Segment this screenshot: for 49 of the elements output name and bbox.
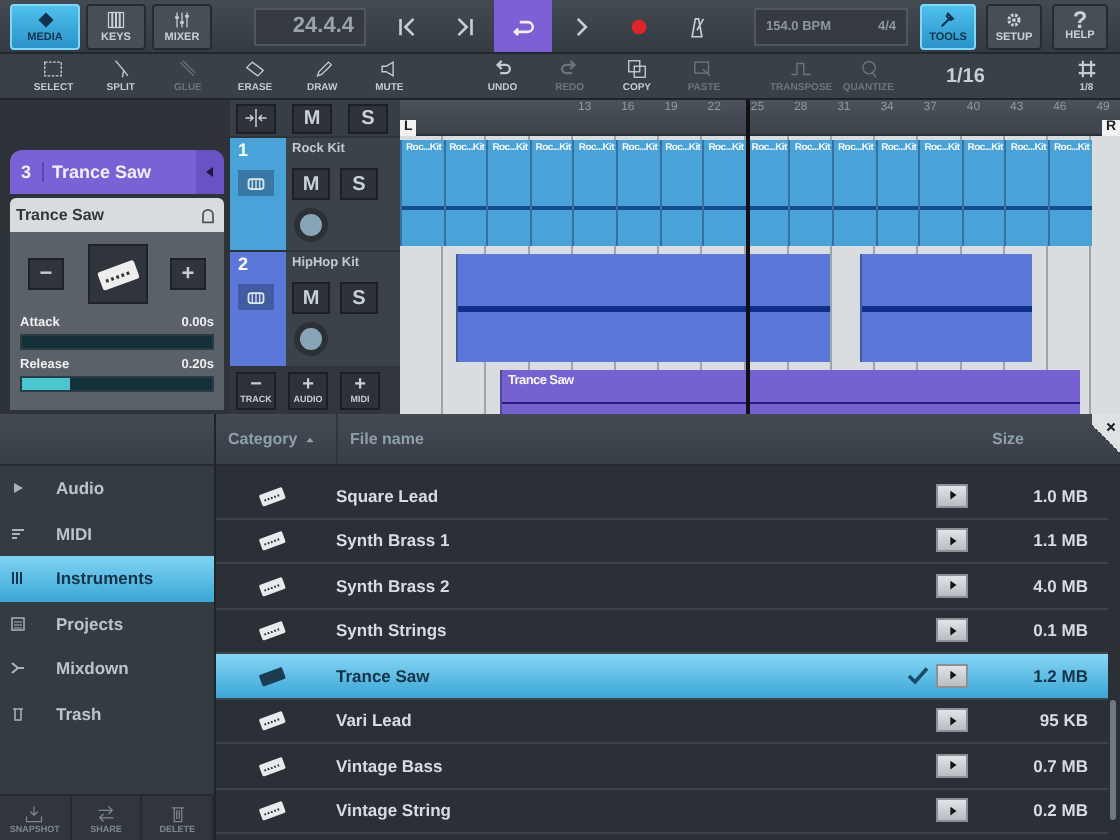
position-display: 24.4.4 — [254, 7, 366, 45]
solo-all-button[interactable]: S — [348, 103, 388, 133]
file-name: Vari Lead — [336, 710, 414, 731]
file-size: 1.1 MB — [1031, 530, 1090, 551]
category-item[interactable]: MIDI — [0, 511, 214, 556]
category-item[interactable]: Projects — [0, 601, 214, 646]
track-number: 3 — [10, 162, 44, 182]
file-row[interactable]: Synth Brass 2 4.0 MB — [216, 564, 1108, 609]
file-row[interactable]: Vintage String 0.2 MB — [216, 789, 1108, 834]
question-mark-icon: ? — [1072, 10, 1088, 30]
file-name: Synth Brass 2 — [336, 575, 452, 596]
category-item[interactable]: Trash — [0, 691, 214, 736]
column-header[interactable]: Category — [216, 414, 338, 464]
instrument-name: Trance Saw — [50, 162, 154, 182]
file-size: 4.0 MB — [1031, 575, 1090, 596]
category-item[interactable]: Audio — [0, 466, 214, 511]
file-size: 1.0 MB — [1031, 485, 1090, 506]
m-toggle[interactable]: M — [292, 282, 330, 314]
column-header[interactable]: Size — [992, 430, 1092, 448]
file-size: 0.7 MB — [1031, 755, 1090, 776]
preset-field[interactable]: Trance Saw — [10, 198, 224, 232]
minus-button[interactable]: − — [28, 258, 64, 290]
file-size: 95 KB — [1037, 710, 1090, 731]
mute-all-button[interactable]: M — [292, 103, 332, 133]
category-item[interactable]: Instruments — [0, 556, 214, 601]
column-header[interactable]: File name — [338, 430, 992, 448]
track-number: 1 — [238, 140, 249, 160]
file-name: Trance Saw — [336, 665, 432, 686]
preset-name: Trance Saw — [16, 206, 105, 224]
s-toggle[interactable]: S — [340, 168, 378, 200]
file-row[interactable]: Vintage Bass 0.7 MB — [216, 744, 1108, 789]
file-size: 0.2 MB — [1031, 800, 1090, 821]
s-toggle[interactable]: S — [340, 282, 378, 314]
m-toggle[interactable]: M — [292, 168, 330, 200]
category-item[interactable]: Mixdown — [0, 646, 214, 691]
file-name: Square Lead — [336, 485, 441, 506]
file-size: 0.1 MB — [1031, 620, 1090, 641]
file-size: 1.2 MB — [1031, 665, 1090, 686]
file-row[interactable]: Synth Brass 1 1.1 MB — [216, 519, 1108, 564]
file-name: Vintage String — [336, 800, 453, 821]
file-row[interactable]: Trance Saw 1.2 MB — [216, 654, 1108, 699]
file-row[interactable]: Vari Lead 95 KB — [216, 699, 1108, 744]
track-number: 2 — [238, 254, 249, 274]
quantize-value[interactable]: 1/16 — [925, 54, 1005, 98]
file-name: Vintage Bass — [336, 755, 445, 776]
file-name: Synth Brass 1 — [336, 530, 452, 551]
plus-button[interactable]: + — [170, 258, 206, 290]
file-row[interactable]: Square Lead 1.0 MB — [216, 474, 1108, 519]
file-name: Synth Strings — [336, 620, 449, 641]
